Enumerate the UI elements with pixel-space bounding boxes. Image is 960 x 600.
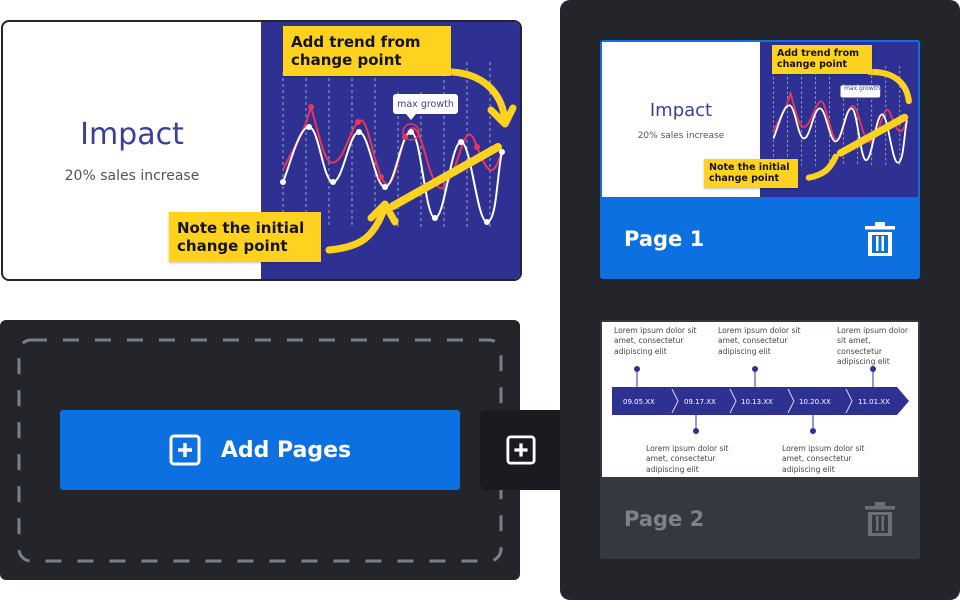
max-growth-annotation: max growth bbox=[397, 99, 454, 110]
timeline-date-5: 11.01.XX bbox=[858, 398, 890, 406]
timeline-date-1: 09.05.XX bbox=[623, 398, 655, 406]
timeline-date-2: 09.17.XX bbox=[684, 398, 716, 406]
timeline-text-3: Lorem ipsum dolor sit amet, consectetur … bbox=[837, 326, 909, 366]
thumb-slide-subtitle: 20% sales increase bbox=[637, 131, 725, 141]
timeline-text-2: Lorem ipsum dolor sit amet, consectetur … bbox=[718, 326, 801, 356]
page-1-thumbnail[interactable]: Impact 20% sales increase max growth Add… bbox=[602, 42, 918, 197]
thumb-callout-add-trend: Add trend from change point bbox=[772, 45, 872, 74]
thumb-max-growth: max growth bbox=[844, 85, 880, 92]
timeline-date-3: 10.13.XX bbox=[741, 398, 773, 406]
timeline-text-5: Lorem ipsum dolor sit amet, consectetur … bbox=[782, 444, 865, 474]
timeline-date-4: 10.20.XX bbox=[799, 398, 831, 406]
thumb-callout-initial-change: Note the initial change point bbox=[704, 159, 798, 188]
page-1-footer: Page 1 bbox=[600, 198, 920, 279]
trash-icon[interactable] bbox=[864, 501, 896, 536]
callout-add-trend: Add trend from change point bbox=[283, 26, 451, 76]
slide-title: Impact bbox=[80, 117, 184, 152]
page-2-thumbnail[interactable]: 09.05.XX 09.17.XX 10.13.XX 10.20.XX 11.0… bbox=[602, 322, 918, 477]
insert-page-tab[interactable] bbox=[480, 410, 562, 490]
slide-preview[interactable]: Impact 20% sales increase max growth Add… bbox=[1, 20, 522, 281]
add-pages-label: Add Pages bbox=[220, 437, 352, 463]
thumb-slide-title: Impact bbox=[649, 100, 713, 121]
timeline-text-1: Lorem ipsum dolor sit amet, consectetur … bbox=[614, 326, 697, 356]
timeline-text-4: Lorem ipsum dolor sit amet, consectetur … bbox=[646, 444, 729, 474]
page-2-footer: Page 2 bbox=[600, 478, 920, 559]
page-2-label: Page 2 bbox=[624, 506, 705, 531]
add-pages-button[interactable]: Add Pages bbox=[60, 410, 460, 490]
plus-square-icon bbox=[506, 435, 536, 465]
callout-initial-change: Note the initial change point bbox=[169, 212, 321, 262]
trash-icon[interactable] bbox=[864, 221, 896, 256]
page-card-1[interactable]: Impact 20% sales increase max growth Add… bbox=[600, 40, 920, 279]
page-card-2[interactable]: 09.05.XX 09.17.XX 10.13.XX 10.20.XX 11.0… bbox=[600, 320, 920, 559]
page-1-label: Page 1 bbox=[624, 226, 705, 251]
plus-square-icon bbox=[169, 434, 201, 466]
slide-subtitle: 20% sales increase bbox=[64, 168, 200, 184]
